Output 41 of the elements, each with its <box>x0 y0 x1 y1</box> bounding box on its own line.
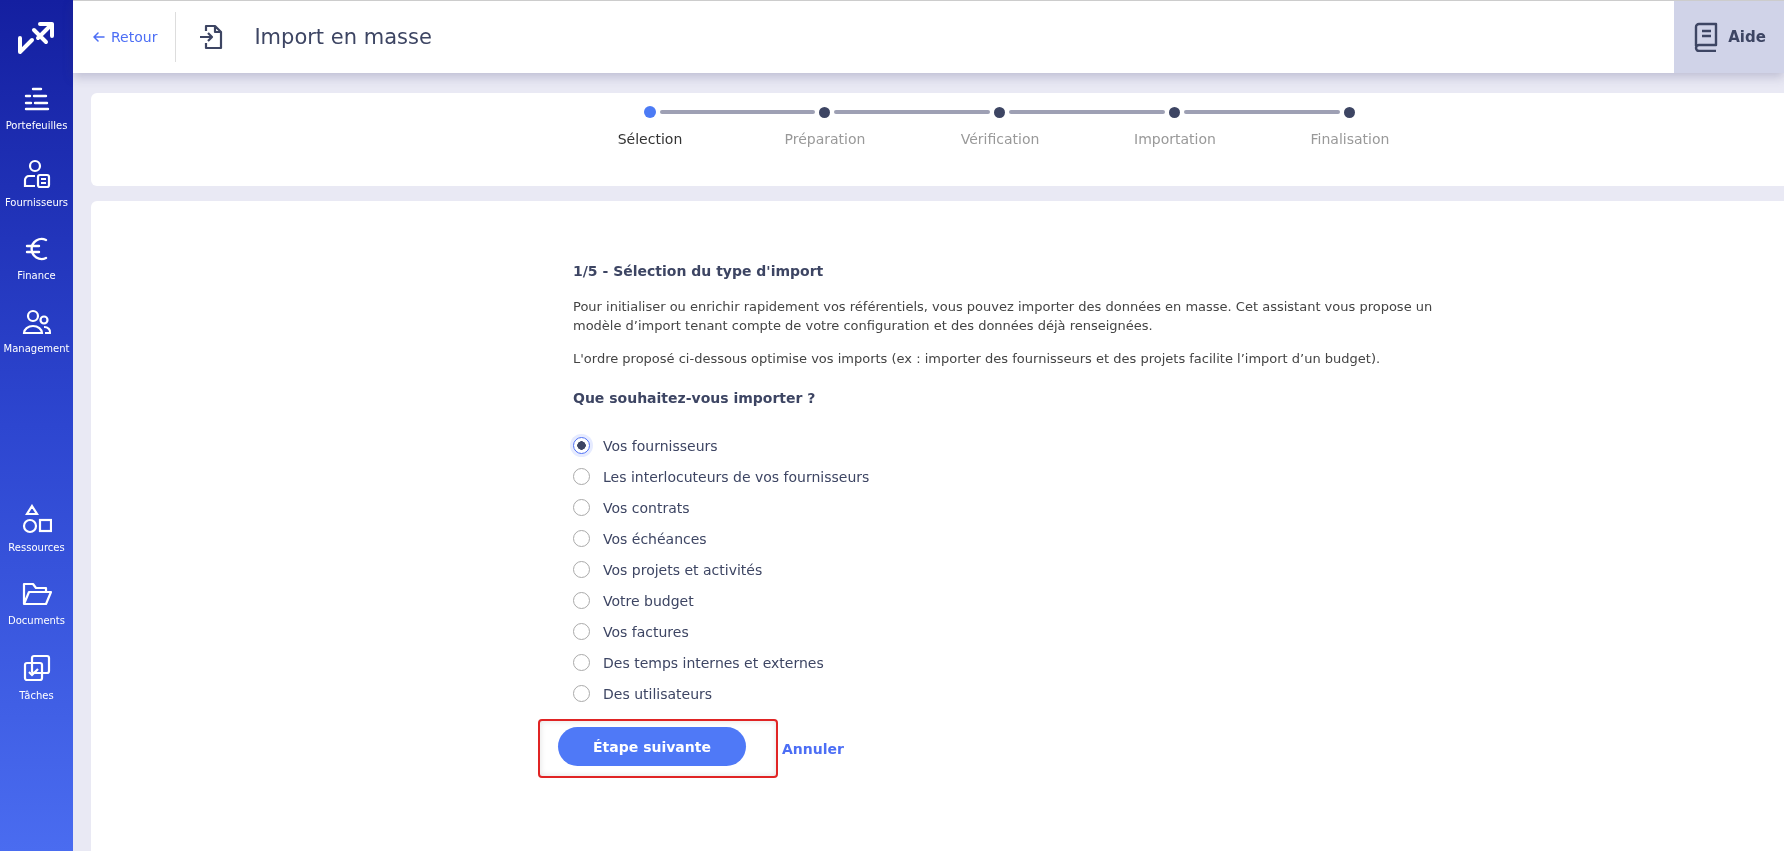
next-step-button[interactable]: Étape suivante <box>558 727 746 766</box>
radio-option[interactable]: Des utilisateurs <box>573 682 1433 705</box>
checkbox-stack-icon <box>22 654 51 682</box>
radio-option[interactable]: Vos fournisseurs <box>573 434 1433 457</box>
arrow-left-icon <box>93 31 105 43</box>
radio-option[interactable]: Vos échéances <box>573 527 1433 550</box>
radio-option[interactable]: Vos projets et activités <box>573 558 1433 581</box>
step-label: Préparation <box>784 131 866 147</box>
question-label: Que souhaitez-vous importer ? <box>573 390 817 406</box>
description-text: Pour initialiser ou enrichir rapidement vos référentiels, vous pouvez importer des données en masse. Cet assistant vous propose un modèle d’import tenant compte de votre configuration et des données déjà renseignées. <box>573 298 1433 335</box>
cancel-link[interactable]: Annuler <box>782 740 844 757</box>
step-label: Finalisation <box>1310 131 1390 147</box>
page-title: Import en masse <box>254 25 432 49</box>
sidebar-item[interactable]: Fournisseurs <box>0 159 73 208</box>
radio-button[interactable] <box>573 437 590 454</box>
person-card-icon <box>22 159 51 189</box>
sidebar-item[interactable]: Portefeuilles <box>0 86 73 131</box>
back-link[interactable]: Retour <box>93 29 158 45</box>
radio-option[interactable]: Votre budget <box>573 589 1433 612</box>
section-heading: 1/5 - Sélection du type d'import <box>573 263 825 279</box>
book-icon <box>1692 22 1719 52</box>
radio-option[interactable]: Les interlocuteurs de vos fournisseurs <box>573 465 1433 488</box>
radio-option[interactable]: Vos factures <box>573 620 1433 643</box>
sidebar-item[interactable]: Ressources <box>0 504 73 553</box>
step-label: Importation <box>1134 131 1216 147</box>
file-import-icon <box>198 24 225 50</box>
sidebar-item[interactable]: Tâches <box>0 654 73 701</box>
sidebar-item[interactable]: Documents <box>0 581 73 626</box>
users-icon <box>21 309 52 335</box>
euro-icon <box>24 236 49 262</box>
radio-option[interactable]: Des temps internes et externes <box>573 651 1433 674</box>
folder-icon <box>21 581 52 607</box>
step-label: Vérification <box>960 131 1040 147</box>
sidebar-item[interactable]: Finance <box>0 236 73 281</box>
radio-option[interactable]: Vos contrats <box>573 496 1433 519</box>
description-text: L'ordre proposé ci-dessous optimise vos imports (ex : importer des fournisseurs et des projets facilite l’import d’un budget). <box>573 350 1382 368</box>
step-label: Sélection <box>617 131 683 147</box>
bars-icon <box>22 86 51 112</box>
shapes-icon <box>21 504 52 534</box>
help-button[interactable]: Aide <box>1674 1 1784 73</box>
sidebar-item[interactable]: Management <box>0 309 73 354</box>
